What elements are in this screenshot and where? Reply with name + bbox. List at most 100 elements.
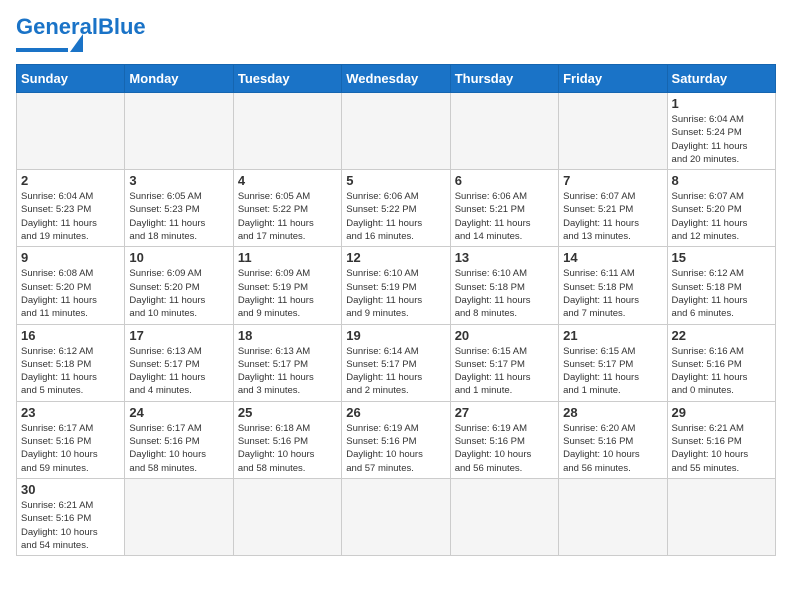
day-number: 8 (672, 173, 771, 188)
weekday-header-thursday: Thursday (450, 65, 558, 93)
day-number: 9 (21, 250, 120, 265)
calendar-week-row: 30Sunrise: 6:21 AM Sunset: 5:16 PM Dayli… (17, 478, 776, 555)
day-number: 24 (129, 405, 228, 420)
day-number: 1 (672, 96, 771, 111)
logo-underline (16, 48, 68, 52)
day-info: Sunrise: 6:12 AM Sunset: 5:18 PM Dayligh… (672, 267, 771, 320)
calendar-day-empty (342, 93, 450, 170)
calendar-day-26: 26Sunrise: 6:19 AM Sunset: 5:16 PM Dayli… (342, 401, 450, 478)
weekday-header-tuesday: Tuesday (233, 65, 341, 93)
calendar-week-row: 9 Sunrise: 6:08 AM Sunset: 5:20 PM Daylig… (17, 247, 776, 324)
day-number: 3 (129, 173, 228, 188)
header: GeneralBlue (16, 16, 776, 52)
logo-blue: Blue (98, 14, 146, 39)
calendar-day-24: 24 Sunrise: 6:17 AM Sunset: 5:16 PM Dayli… (125, 401, 233, 478)
weekday-header-saturday: Saturday (667, 65, 775, 93)
day-info: Sunrise: 6:05 AM Sunset: 5:22 PM Dayligh… (238, 190, 337, 243)
day-info: Sunrise: 6:19 AM Sunset: 5:16 PM Dayligh… (455, 422, 554, 475)
day-info: Sunrise: 6:12 AM Sunset: 5:18 PM Dayligh… (21, 345, 120, 398)
calendar-day-19: 19 Sunrise: 6:14 AM Sunset: 5:17 PM Dayli… (342, 324, 450, 401)
day-info: Sunrise: 6:05 AM Sunset: 5:23 PM Dayligh… (129, 190, 228, 243)
day-info: Sunrise: 6:10 AM Sunset: 5:18 PM Dayligh… (455, 267, 554, 320)
day-number: 22 (672, 328, 771, 343)
day-number: 15 (672, 250, 771, 265)
day-info: Sunrise: 6:20 AM Sunset: 5:16 PM Dayligh… (563, 422, 662, 475)
calendar-day-7: 7 Sunrise: 6:07 AM Sunset: 5:21 PM Daylig… (559, 170, 667, 247)
day-info: Sunrise: 6:09 AM Sunset: 5:20 PM Dayligh… (129, 267, 228, 320)
calendar-day-27: 27Sunrise: 6:19 AM Sunset: 5:16 PM Dayli… (450, 401, 558, 478)
calendar-day-empty (233, 93, 341, 170)
day-info: Sunrise: 6:15 AM Sunset: 5:17 PM Dayligh… (455, 345, 554, 398)
calendar-day-16: 16 Sunrise: 6:12 AM Sunset: 5:18 PM Dayli… (17, 324, 125, 401)
calendar-day-15: 15 Sunrise: 6:12 AM Sunset: 5:18 PM Dayli… (667, 247, 775, 324)
calendar-day-13: 13 Sunrise: 6:10 AM Sunset: 5:18 PM Dayli… (450, 247, 558, 324)
calendar-day-empty (125, 478, 233, 555)
calendar-week-row: 23 Sunrise: 6:17 AM Sunset: 5:16 PM Dayli… (17, 401, 776, 478)
calendar-week-row: 16 Sunrise: 6:12 AM Sunset: 5:18 PM Dayli… (17, 324, 776, 401)
calendar-day-5: 5Sunrise: 6:06 AM Sunset: 5:22 PM Daylig… (342, 170, 450, 247)
day-info: Sunrise: 6:04 AM Sunset: 5:24 PM Dayligh… (672, 113, 771, 166)
day-number: 21 (563, 328, 662, 343)
day-number: 16 (21, 328, 120, 343)
calendar-day-empty (450, 93, 558, 170)
calendar-day-28: 28 Sunrise: 6:20 AM Sunset: 5:16 PM Dayli… (559, 401, 667, 478)
day-info: Sunrise: 6:07 AM Sunset: 5:21 PM Dayligh… (563, 190, 662, 243)
day-info: Sunrise: 6:06 AM Sunset: 5:21 PM Dayligh… (455, 190, 554, 243)
day-number: 17 (129, 328, 228, 343)
day-info: Sunrise: 6:09 AM Sunset: 5:19 PM Dayligh… (238, 267, 337, 320)
logo: GeneralBlue (16, 16, 146, 52)
calendar-day-1: 1 Sunrise: 6:04 AM Sunset: 5:24 PM Daylig… (667, 93, 775, 170)
day-info: Sunrise: 6:17 AM Sunset: 5:16 PM Dayligh… (129, 422, 228, 475)
calendar-day-6: 6 Sunrise: 6:06 AM Sunset: 5:21 PM Daylig… (450, 170, 558, 247)
day-number: 2 (21, 173, 120, 188)
day-info: Sunrise: 6:10 AM Sunset: 5:19 PM Dayligh… (346, 267, 445, 320)
calendar-day-11: 11 Sunrise: 6:09 AM Sunset: 5:19 PM Dayli… (233, 247, 341, 324)
calendar-day-empty (125, 93, 233, 170)
day-number: 19 (346, 328, 445, 343)
calendar-day-empty (342, 478, 450, 555)
weekday-header-monday: Monday (125, 65, 233, 93)
day-info: Sunrise: 6:15 AM Sunset: 5:17 PM Dayligh… (563, 345, 662, 398)
calendar-week-row: 1 Sunrise: 6:04 AM Sunset: 5:24 PM Daylig… (17, 93, 776, 170)
calendar-day-10: 10Sunrise: 6:09 AM Sunset: 5:20 PM Dayli… (125, 247, 233, 324)
calendar-day-22: 22 Sunrise: 6:16 AM Sunset: 5:16 PM Dayli… (667, 324, 775, 401)
calendar-day-empty (559, 478, 667, 555)
day-number: 18 (238, 328, 337, 343)
calendar-day-14: 14 Sunrise: 6:11 AM Sunset: 5:18 PM Dayli… (559, 247, 667, 324)
calendar-day-empty (667, 478, 775, 555)
calendar-day-18: 18Sunrise: 6:13 AM Sunset: 5:17 PM Dayli… (233, 324, 341, 401)
calendar-day-2: 2Sunrise: 6:04 AM Sunset: 5:23 PM Daylig… (17, 170, 125, 247)
day-number: 28 (563, 405, 662, 420)
calendar-day-20: 20 Sunrise: 6:15 AM Sunset: 5:17 PM Dayli… (450, 324, 558, 401)
day-info: Sunrise: 6:07 AM Sunset: 5:20 PM Dayligh… (672, 190, 771, 243)
day-number: 7 (563, 173, 662, 188)
calendar-day-9: 9 Sunrise: 6:08 AM Sunset: 5:20 PM Daylig… (17, 247, 125, 324)
calendar-day-29: 29Sunrise: 6:21 AM Sunset: 5:16 PM Dayli… (667, 401, 775, 478)
calendar-day-empty (17, 93, 125, 170)
calendar-day-25: 25Sunrise: 6:18 AM Sunset: 5:16 PM Dayli… (233, 401, 341, 478)
day-info: Sunrise: 6:16 AM Sunset: 5:16 PM Dayligh… (672, 345, 771, 398)
day-info: Sunrise: 6:08 AM Sunset: 5:20 PM Dayligh… (21, 267, 120, 320)
day-info: Sunrise: 6:21 AM Sunset: 5:16 PM Dayligh… (672, 422, 771, 475)
logo-triangle (70, 34, 83, 52)
day-number: 14 (563, 250, 662, 265)
calendar-day-12: 12Sunrise: 6:10 AM Sunset: 5:19 PM Dayli… (342, 247, 450, 324)
calendar-day-8: 8 Sunrise: 6:07 AM Sunset: 5:20 PM Daylig… (667, 170, 775, 247)
day-number: 6 (455, 173, 554, 188)
calendar-day-30: 30Sunrise: 6:21 AM Sunset: 5:16 PM Dayli… (17, 478, 125, 555)
calendar-day-empty (233, 478, 341, 555)
calendar-day-4: 4Sunrise: 6:05 AM Sunset: 5:22 PM Daylig… (233, 170, 341, 247)
weekday-header-row: SundayMondayTuesdayWednesdayThursdayFrid… (17, 65, 776, 93)
day-info: Sunrise: 6:11 AM Sunset: 5:18 PM Dayligh… (563, 267, 662, 320)
day-info: Sunrise: 6:14 AM Sunset: 5:17 PM Dayligh… (346, 345, 445, 398)
day-number: 20 (455, 328, 554, 343)
day-info: Sunrise: 6:21 AM Sunset: 5:16 PM Dayligh… (21, 499, 120, 552)
weekday-header-friday: Friday (559, 65, 667, 93)
calendar-day-empty (559, 93, 667, 170)
day-number: 23 (21, 405, 120, 420)
day-info: Sunrise: 6:18 AM Sunset: 5:16 PM Dayligh… (238, 422, 337, 475)
day-number: 13 (455, 250, 554, 265)
calendar-day-empty (450, 478, 558, 555)
day-number: 11 (238, 250, 337, 265)
calendar-day-3: 3 Sunrise: 6:05 AM Sunset: 5:23 PM Daylig… (125, 170, 233, 247)
